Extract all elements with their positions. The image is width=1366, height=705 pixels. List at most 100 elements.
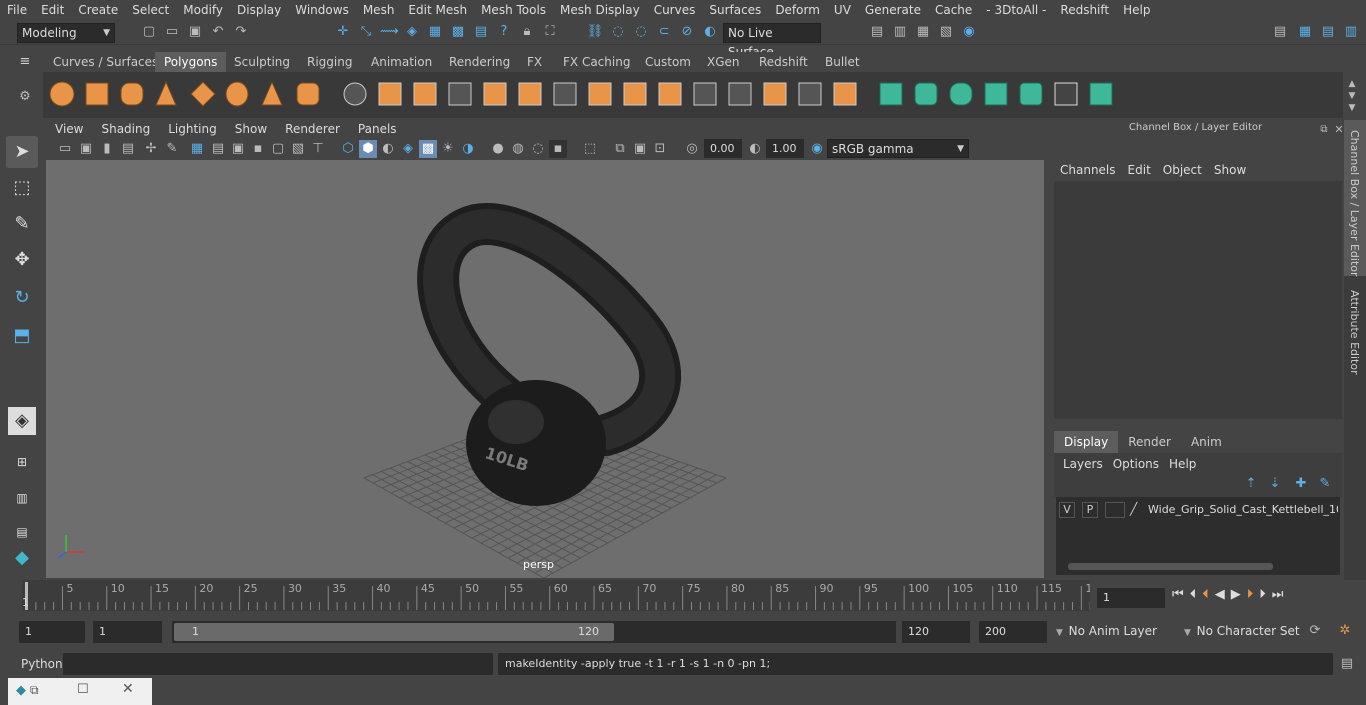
menu-icon[interactable]: ≡ (16, 53, 34, 71)
menu-uv[interactable]: UV (827, 0, 858, 20)
new-layer-icon[interactable]: ✚ (1292, 475, 1310, 493)
menu-file[interactable]: File (0, 0, 34, 20)
layer-tab-anim[interactable]: Anim (1181, 431, 1232, 453)
combine-icon[interactable] (343, 82, 367, 106)
default-material-icon[interactable]: ◐ (379, 140, 397, 158)
ipr-icon[interactable]: ▦ (914, 23, 932, 41)
fullscreen-icon[interactable]: ▣ (631, 140, 649, 158)
frame-icon[interactable]: ⊤ (309, 140, 327, 158)
channel-menu-object[interactable]: Object (1157, 160, 1208, 180)
menu-mesh-display[interactable]: Mesh Display (553, 0, 647, 20)
dof-icon[interactable]: ▪ (549, 140, 567, 158)
soft-select-icon[interactable]: ◐ (701, 23, 719, 41)
boolean-icon[interactable] (448, 82, 472, 106)
maximize-icon[interactable]: ☐ (77, 682, 89, 697)
fill-hole-icon[interactable] (658, 82, 682, 106)
snap-live-icon[interactable]: ? (495, 23, 513, 41)
shelf-tab-fx[interactable]: FX (518, 52, 551, 72)
new-layer-selected-icon[interactable]: ✎ (1316, 475, 1334, 493)
poly-torus-icon[interactable] (225, 81, 249, 107)
smooth-icon[interactable] (483, 82, 507, 106)
side-tab-channel-box[interactable]: Channel Box / Layer Editor (1348, 130, 1361, 277)
layer-visible-toggle[interactable]: V (1059, 502, 1075, 518)
poly-cube-icon[interactable] (85, 82, 109, 106)
viewport-menu-shading[interactable]: Shading (92, 120, 159, 139)
grid-icon[interactable]: ▦ (188, 140, 206, 158)
character-set-dropdown[interactable]: ▼ No Character Set (1180, 621, 1300, 643)
safe-title-icon[interactable]: ▧ (289, 140, 307, 158)
soft-mod-icon[interactable]: ◈ (8, 407, 36, 435)
save-scene-icon[interactable]: ▣ (186, 23, 204, 41)
channel-menu-show[interactable]: Show (1208, 160, 1252, 180)
target-weld-icon[interactable] (798, 82, 822, 106)
new-scene-icon[interactable]: ▢ (140, 23, 158, 41)
playback-start-field[interactable]: 1 (93, 621, 162, 643)
lock-icon[interactable]: 🔒︎ (518, 23, 536, 41)
image-plane-icon[interactable]: ▤ (119, 140, 137, 158)
bookmark-icon[interactable]: ▮ (98, 140, 116, 158)
gamma-field[interactable]: 1.00 (766, 139, 804, 158)
layer-menu-options[interactable]: Options (1108, 455, 1164, 473)
viewport-menu-renderer[interactable]: Renderer (276, 120, 349, 139)
workspace-icon[interactable]: ▤ (1271, 23, 1289, 41)
close-window-icon[interactable]: ✕ (122, 681, 134, 697)
select-by-object-icon[interactable]: ⤡ (357, 23, 375, 41)
gamma-icon[interactable]: ◐ (746, 140, 764, 158)
shelf-tab-bullet[interactable]: Bullet (816, 52, 869, 72)
bevel-icon[interactable] (623, 82, 647, 106)
grid-toggle-icon[interactable]: ✢ (142, 140, 160, 158)
mirror-icon[interactable] (413, 82, 437, 106)
go-to-end-icon[interactable]: ⏭ (1272, 587, 1284, 602)
move-layer-up-icon[interactable]: ⇡ (1242, 475, 1260, 493)
lasso-icon[interactable]: ◌ (609, 23, 627, 41)
symmetry-icon[interactable]: ⊘ (678, 23, 696, 41)
channel-toggle-icon[interactable]: ▥ (1342, 23, 1360, 41)
poly-pipe-icon[interactable] (296, 82, 320, 106)
select-lock-icon[interactable]: ⛶ (541, 23, 559, 41)
menu-windows[interactable]: Windows (288, 0, 356, 20)
shelf-tab-redshift[interactable]: Redshift (750, 52, 817, 72)
select-tool-icon[interactable]: ➤ (6, 136, 38, 168)
offset-loop-icon[interactable] (763, 82, 787, 106)
viewport-menu-lighting[interactable]: Lighting (159, 120, 226, 139)
menu-redshift[interactable]: Redshift (1053, 0, 1116, 20)
uv-auto-icon[interactable] (984, 82, 1008, 106)
menu-edit[interactable]: Edit (34, 0, 71, 20)
layer-name[interactable]: Wide_Grip_Solid_Cast_Kettlebell_10lb (1148, 503, 1338, 516)
menu-select[interactable]: Select (125, 0, 176, 20)
anim-prefs-icon[interactable]: ✲ (1336, 622, 1354, 640)
construction-history-icon[interactable]: ⛓ (586, 23, 604, 41)
step-forward-key-icon[interactable]: ⏵ (1247, 587, 1254, 602)
render-view-icon[interactable]: ▧ (937, 23, 955, 41)
color-management-icon[interactable]: ◉ (808, 140, 826, 158)
go-to-start-icon[interactable]: ⏮ (1172, 587, 1184, 602)
layout-two-icon[interactable]: ▥ (6, 482, 38, 514)
shelf-tab-sculpting[interactable]: Sculpting (225, 52, 299, 72)
menu-cache[interactable]: Cache (928, 0, 979, 20)
camera-attr-icon[interactable]: ▣ (77, 140, 95, 158)
exposure-icon[interactable]: ◎ (683, 140, 701, 158)
live-surface-field[interactable]: No Live Surface (723, 23, 821, 59)
separate-icon[interactable] (378, 82, 402, 106)
anim-layer-dropdown[interactable]: ▼ No Anim Layer (1052, 621, 1172, 643)
film-gate-icon[interactable]: ✎ (163, 140, 181, 158)
menu-deform[interactable]: Deform (768, 0, 827, 20)
hypershade-icon[interactable]: ◉ (960, 23, 978, 41)
paint-select-tool-icon[interactable]: ✎ (6, 208, 38, 240)
hud-icon[interactable]: ⧉ (611, 140, 629, 158)
move-layer-down-icon[interactable]: ⇣ (1266, 475, 1284, 493)
poly-plane-icon[interactable] (190, 81, 216, 107)
menu-3dtoall[interactable]: - 3DtoAll - (979, 0, 1053, 20)
textured-icon[interactable]: ◈ (399, 140, 417, 158)
aa-icon[interactable]: ◌ (529, 140, 547, 158)
step-back-key-icon[interactable]: ⏴ (1202, 587, 1209, 602)
step-back-icon[interactable]: ⏴ (1190, 587, 1197, 602)
open-scene-icon[interactable]: ▭ (163, 23, 181, 41)
paint-select-icon[interactable]: ◌ (632, 23, 650, 41)
extrude-icon[interactable] (553, 82, 577, 106)
shelf-tab-rigging[interactable]: Rigging (298, 52, 361, 72)
poly-cylinder-icon[interactable] (120, 82, 144, 106)
lasso-tool-icon[interactable]: ⬚ (6, 172, 38, 204)
color-space-dropdown[interactable]: sRGB gamma ▼ (827, 139, 969, 158)
field-chart-icon[interactable]: ▪ (249, 140, 267, 158)
